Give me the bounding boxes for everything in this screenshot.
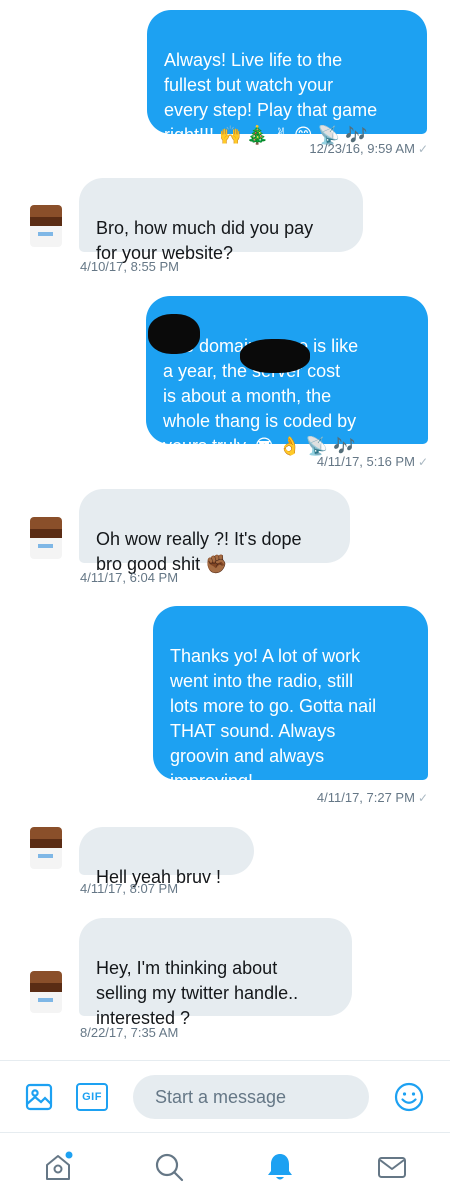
notification-dot (65, 1151, 73, 1159)
message-text: Oh wow really ?! It's dope bro good shit… (96, 529, 302, 574)
message-text: Thanks yo! A lot of work went into the r… (170, 646, 377, 791)
incoming-message-bubble[interactable]: Bro, how much did you pay for your websi… (79, 178, 363, 263)
message-input[interactable] (133, 1075, 369, 1119)
message-timestamp: 8/22/17, 7:35 AM (80, 1025, 179, 1040)
bottom-tab-bar (0, 1132, 450, 1200)
avatar[interactable] (30, 205, 62, 247)
incoming-message-bubble[interactable]: Oh wow really ?! It's dope bro good shit… (79, 489, 350, 574)
home-icon (46, 1151, 73, 1180)
messages-icon (378, 1157, 406, 1178)
read-check-icon: ✓ (417, 455, 428, 469)
avatar[interactable] (30, 827, 62, 869)
message-text: Hey, I'm thinking about selling my twitt… (96, 958, 299, 1028)
outgoing-message-bubble[interactable]: Always! Live life to the fullest but wat… (147, 10, 427, 145)
read-check-icon: ✓ (417, 791, 428, 805)
message-timestamp: 4/11/17, 5:16 PM ✓ (316, 454, 428, 469)
redaction-mark (240, 339, 310, 373)
avatar[interactable] (30, 517, 62, 559)
message-timestamp: 4/11/17, 7:27 PM ✓ (316, 790, 428, 805)
search-icon (155, 1153, 184, 1182)
gif-label: GIF (82, 1091, 102, 1103)
image-icon[interactable] (22, 1081, 56, 1113)
read-check-icon: ✓ (417, 142, 428, 156)
tab-messages[interactable] (370, 1145, 414, 1189)
message-timestamp: 4/11/17, 6:04 PM (80, 570, 179, 585)
message-thread: Always! Live life to the fullest but wat… (0, 0, 450, 1060)
tab-search[interactable] (147, 1145, 191, 1189)
incoming-message-bubble[interactable]: Hey, I'm thinking about selling my twitt… (79, 918, 352, 1028)
message-timestamp: 4/10/17, 8:55 PM (80, 259, 180, 274)
avatar[interactable] (30, 971, 62, 1013)
notifications-icon (268, 1154, 292, 1180)
incoming-message-bubble[interactable]: Hell yeah bruv ! (79, 827, 254, 887)
message-timestamp: 4/11/17, 8:07 PM (80, 881, 179, 896)
tab-notifications[interactable] (258, 1145, 302, 1189)
message-text: Always! Live life to the fullest but wat… (164, 50, 378, 145)
message-composer: GIF (0, 1060, 450, 1132)
redaction-mark (148, 314, 200, 354)
tab-home[interactable] (36, 1145, 80, 1189)
gif-icon[interactable]: GIF (74, 1081, 110, 1113)
message-text: Bro, how much did you pay for your websi… (96, 218, 314, 263)
emoji-icon[interactable] (392, 1080, 426, 1114)
outgoing-message-bubble[interactable]: Thanks yo! A lot of work went into the r… (153, 606, 428, 791)
outgoing-message-bubble[interactable]: The domain name is like a year, the serv… (146, 296, 428, 456)
message-timestamp: 12/23/16, 9:59 AM ✓ (309, 141, 428, 156)
